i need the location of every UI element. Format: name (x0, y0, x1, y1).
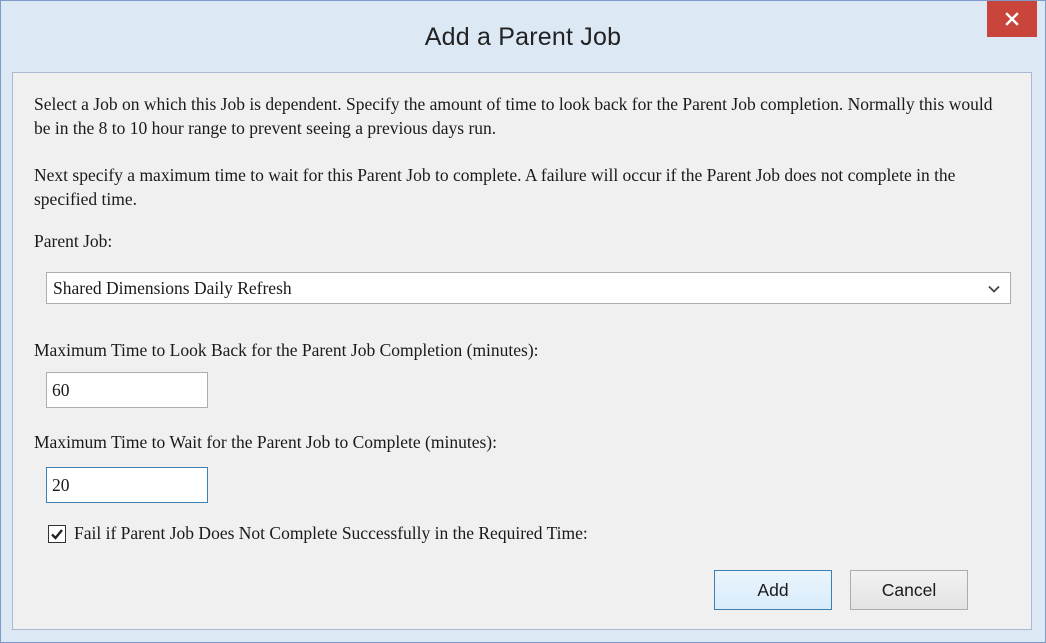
fail-checkbox-label[interactable]: Fail if Parent Job Does Not Complete Suc… (74, 523, 588, 544)
parent-job-label: Parent Job: (34, 231, 113, 251)
description-paragraph-1: Select a Job on which this Job is depend… (34, 94, 993, 138)
look-back-input[interactable]: 60 (46, 372, 208, 408)
close-icon (1005, 12, 1019, 26)
parent-job-dropdown[interactable]: Shared Dimensions Daily Refresh (46, 272, 1011, 304)
title-bar[interactable]: Add a Parent Job (1, 1, 1045, 73)
fail-checkbox[interactable] (48, 525, 66, 543)
description-paragraph-2: Next specify a maximum time to wait for … (34, 165, 956, 209)
wait-time-label: Maximum Time to Wait for the Parent Job … (34, 432, 497, 452)
chevron-down-icon (988, 285, 1000, 293)
close-button[interactable] (987, 1, 1037, 37)
dialog-title: Add a Parent Job (424, 23, 622, 51)
parent-job-selected-value: Shared Dimensions Daily Refresh (53, 278, 292, 298)
cancel-button[interactable]: Cancel (850, 570, 968, 610)
checkmark-icon (51, 529, 63, 540)
wait-time-input[interactable]: 20 (46, 467, 208, 503)
wait-time-value: 20 (52, 475, 70, 495)
look-back-value: 60 (52, 380, 70, 400)
add-button[interactable]: Add (714, 570, 832, 610)
look-back-label: Maximum Time to Look Back for the Parent… (34, 340, 539, 360)
